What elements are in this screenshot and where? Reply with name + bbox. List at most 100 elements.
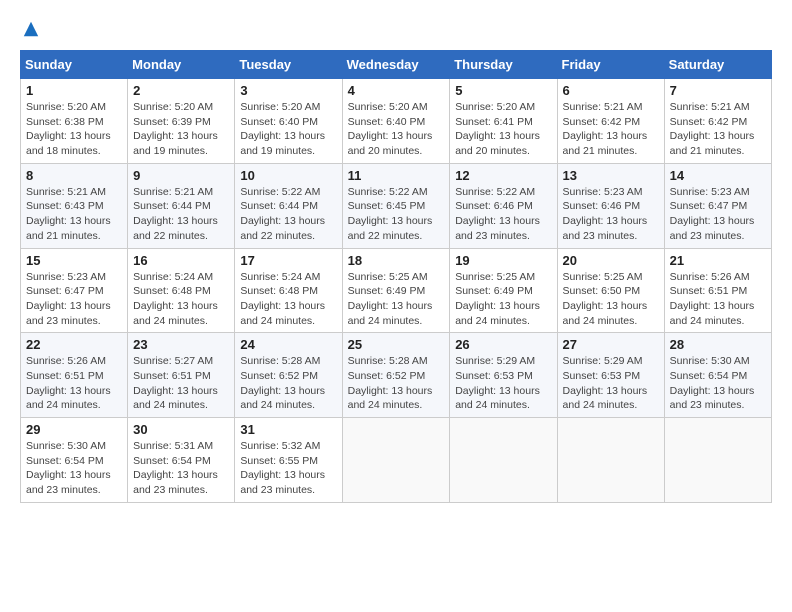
calendar-cell: 17 Sunrise: 5:24 AMSunset: 6:48 PMDayligh… (235, 248, 342, 333)
day-info: Sunrise: 5:20 AMSunset: 6:40 PMDaylight:… (240, 100, 336, 159)
calendar-cell: 23 Sunrise: 5:27 AMSunset: 6:51 PMDayligh… (128, 333, 235, 418)
day-number: 10 (240, 168, 336, 183)
day-number: 15 (26, 253, 122, 268)
day-number: 3 (240, 83, 336, 98)
calendar-cell (450, 418, 557, 503)
day-info: Sunrise: 5:25 AMSunset: 6:49 PMDaylight:… (348, 270, 445, 329)
day-number: 11 (348, 168, 445, 183)
calendar-table: SundayMondayTuesdayWednesdayThursdayFrid… (20, 50, 772, 503)
calendar-header-row: SundayMondayTuesdayWednesdayThursdayFrid… (21, 51, 772, 79)
day-number: 16 (133, 253, 229, 268)
calendar-cell: 31 Sunrise: 5:32 AMSunset: 6:55 PMDayligh… (235, 418, 342, 503)
day-number: 18 (348, 253, 445, 268)
calendar-cell: 20Sunrise: 5:25 AMSunset: 6:50 PMDayligh… (557, 248, 664, 333)
day-info: Sunrise: 5:25 AMSunset: 6:49 PMDaylight:… (455, 270, 551, 329)
day-info: Sunrise: 5:26 AMSunset: 6:51 PMDaylight:… (670, 270, 766, 329)
calendar-cell: 2Sunrise: 5:20 AMSunset: 6:39 PMDaylight… (128, 79, 235, 164)
day-info: Sunrise: 5:21 AMSunset: 6:43 PMDaylight:… (26, 185, 122, 244)
day-info: Sunrise: 5:21 AMSunset: 6:42 PMDaylight:… (563, 100, 659, 159)
day-number: 30 (133, 422, 229, 437)
day-info: Sunrise: 5:30 AMSunset: 6:54 PMDaylight:… (26, 439, 122, 498)
day-number: 1 (26, 83, 122, 98)
calendar-cell: 4 Sunrise: 5:20 AMSunset: 6:40 PMDaylight… (342, 79, 450, 164)
calendar-cell: 3 Sunrise: 5:20 AMSunset: 6:40 PMDaylight… (235, 79, 342, 164)
calendar-cell: 11Sunrise: 5:22 AMSunset: 6:45 PMDayligh… (342, 163, 450, 248)
day-info: Sunrise: 5:28 AMSunset: 6:52 PMDaylight:… (348, 354, 445, 413)
calendar-cell: 24 Sunrise: 5:28 AMSunset: 6:52 PMDayligh… (235, 333, 342, 418)
calendar-cell: 10 Sunrise: 5:22 AMSunset: 6:44 PMDayligh… (235, 163, 342, 248)
day-number: 31 (240, 422, 336, 437)
calendar-cell: 19 Sunrise: 5:25 AMSunset: 6:49 PMDayligh… (450, 248, 557, 333)
calendar-cell: 6 Sunrise: 5:21 AMSunset: 6:42 PMDaylight… (557, 79, 664, 164)
day-info: Sunrise: 5:29 AMSunset: 6:53 PMDaylight:… (563, 354, 659, 413)
day-number: 6 (563, 83, 659, 98)
day-number: 8 (26, 168, 122, 183)
day-info: Sunrise: 5:20 AMSunset: 6:41 PMDaylight:… (455, 100, 551, 159)
day-info: Sunrise: 5:22 AMSunset: 6:46 PMDaylight:… (455, 185, 551, 244)
calendar-cell: 15 Sunrise: 5:23 AMSunset: 6:47 PMDayligh… (21, 248, 128, 333)
day-number: 7 (670, 83, 766, 98)
calendar-cell (557, 418, 664, 503)
calendar-cell: 9Sunrise: 5:21 AMSunset: 6:44 PMDaylight… (128, 163, 235, 248)
day-number: 13 (563, 168, 659, 183)
day-number: 21 (670, 253, 766, 268)
calendar-header-thursday: Thursday (450, 51, 557, 79)
day-info: Sunrise: 5:23 AMSunset: 6:46 PMDaylight:… (563, 185, 659, 244)
calendar-cell: 27 Sunrise: 5:29 AMSunset: 6:53 PMDayligh… (557, 333, 664, 418)
calendar-header-saturday: Saturday (664, 51, 771, 79)
day-info: Sunrise: 5:20 AMSunset: 6:40 PMDaylight:… (348, 100, 445, 159)
day-info: Sunrise: 5:21 AMSunset: 6:42 PMDaylight:… (670, 100, 766, 159)
day-number: 28 (670, 337, 766, 352)
calendar-cell: 7 Sunrise: 5:21 AMSunset: 6:42 PMDaylight… (664, 79, 771, 164)
day-number: 26 (455, 337, 551, 352)
day-info: Sunrise: 5:31 AMSunset: 6:54 PMDaylight:… (133, 439, 229, 498)
calendar-cell: 18 Sunrise: 5:25 AMSunset: 6:49 PMDayligh… (342, 248, 450, 333)
day-info: Sunrise: 5:29 AMSunset: 6:53 PMDaylight:… (455, 354, 551, 413)
calendar-cell (664, 418, 771, 503)
calendar-cell: 30 Sunrise: 5:31 AMSunset: 6:54 PMDayligh… (128, 418, 235, 503)
calendar-header-wednesday: Wednesday (342, 51, 450, 79)
day-info: Sunrise: 5:20 AMSunset: 6:38 PMDaylight:… (26, 100, 122, 159)
calendar-header-sunday: Sunday (21, 51, 128, 79)
calendar-week-2: 8 Sunrise: 5:21 AMSunset: 6:43 PMDaylight… (21, 163, 772, 248)
day-info: Sunrise: 5:32 AMSunset: 6:55 PMDaylight:… (240, 439, 336, 498)
day-number: 23 (133, 337, 229, 352)
day-number: 27 (563, 337, 659, 352)
calendar-cell: 26 Sunrise: 5:29 AMSunset: 6:53 PMDayligh… (450, 333, 557, 418)
logo (20, 20, 40, 34)
day-info: Sunrise: 5:24 AMSunset: 6:48 PMDaylight:… (133, 270, 229, 329)
day-info: Sunrise: 5:30 AMSunset: 6:54 PMDaylight:… (670, 354, 766, 413)
day-info: Sunrise: 5:27 AMSunset: 6:51 PMDaylight:… (133, 354, 229, 413)
day-number: 24 (240, 337, 336, 352)
calendar-cell: 8 Sunrise: 5:21 AMSunset: 6:43 PMDaylight… (21, 163, 128, 248)
calendar-week-1: 1 Sunrise: 5:20 AMSunset: 6:38 PMDaylight… (21, 79, 772, 164)
day-info: Sunrise: 5:26 AMSunset: 6:51 PMDaylight:… (26, 354, 122, 413)
page-header (20, 20, 772, 34)
day-info: Sunrise: 5:22 AMSunset: 6:44 PMDaylight:… (240, 185, 336, 244)
calendar-cell: 21 Sunrise: 5:26 AMSunset: 6:51 PMDayligh… (664, 248, 771, 333)
day-number: 20 (563, 253, 659, 268)
day-info: Sunrise: 5:23 AMSunset: 6:47 PMDaylight:… (26, 270, 122, 329)
calendar-header-friday: Friday (557, 51, 664, 79)
calendar-cell: 1 Sunrise: 5:20 AMSunset: 6:38 PMDaylight… (21, 79, 128, 164)
day-info: Sunrise: 5:23 AMSunset: 6:47 PMDaylight:… (670, 185, 766, 244)
day-number: 17 (240, 253, 336, 268)
calendar-cell: 12Sunrise: 5:22 AMSunset: 6:46 PMDayligh… (450, 163, 557, 248)
day-info: Sunrise: 5:20 AMSunset: 6:39 PMDaylight:… (133, 100, 229, 159)
day-info: Sunrise: 5:28 AMSunset: 6:52 PMDaylight:… (240, 354, 336, 413)
logo-icon (22, 20, 40, 38)
calendar-week-3: 15 Sunrise: 5:23 AMSunset: 6:47 PMDayligh… (21, 248, 772, 333)
day-number: 14 (670, 168, 766, 183)
day-number: 4 (348, 83, 445, 98)
day-number: 29 (26, 422, 122, 437)
calendar-cell (342, 418, 450, 503)
calendar-cell: 22Sunrise: 5:26 AMSunset: 6:51 PMDayligh… (21, 333, 128, 418)
calendar-cell: 25Sunrise: 5:28 AMSunset: 6:52 PMDayligh… (342, 333, 450, 418)
day-number: 19 (455, 253, 551, 268)
day-number: 9 (133, 168, 229, 183)
calendar-cell: 13 Sunrise: 5:23 AMSunset: 6:46 PMDayligh… (557, 163, 664, 248)
calendar-cell: 14 Sunrise: 5:23 AMSunset: 6:47 PMDayligh… (664, 163, 771, 248)
day-info: Sunrise: 5:24 AMSunset: 6:48 PMDaylight:… (240, 270, 336, 329)
calendar-cell: 16 Sunrise: 5:24 AMSunset: 6:48 PMDayligh… (128, 248, 235, 333)
calendar-week-5: 29 Sunrise: 5:30 AMSunset: 6:54 PMDayligh… (21, 418, 772, 503)
